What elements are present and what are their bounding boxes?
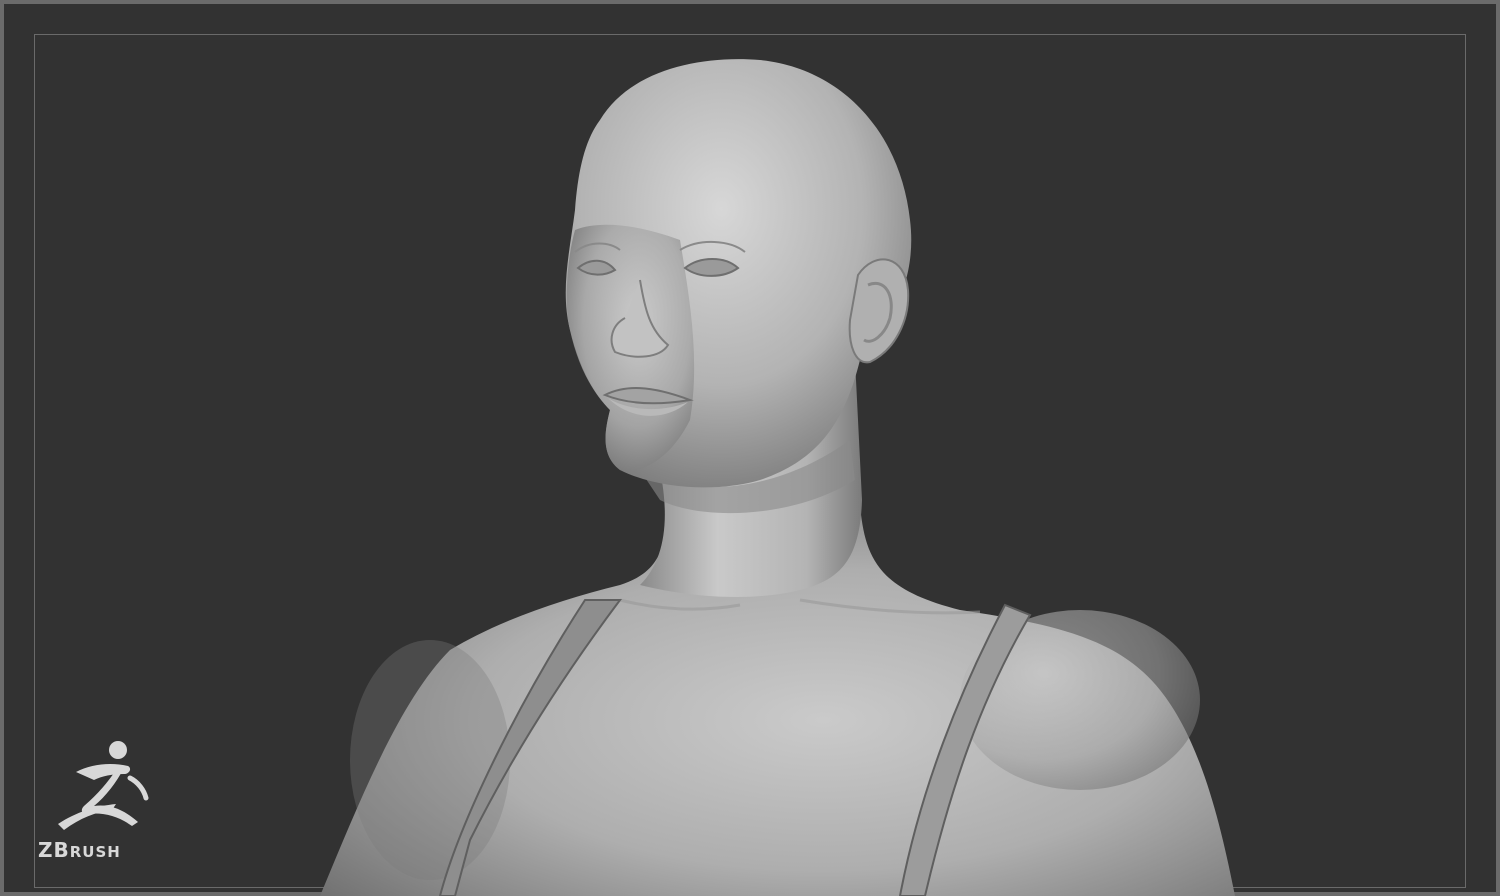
ear-shape xyxy=(848,258,910,364)
zbrush-logo: ZBRUSH xyxy=(38,738,168,862)
sculpt-render xyxy=(320,59,1235,896)
zbrush-wordmark: ZBRUSH xyxy=(38,838,121,862)
zbrush-figure-icon xyxy=(58,741,149,830)
